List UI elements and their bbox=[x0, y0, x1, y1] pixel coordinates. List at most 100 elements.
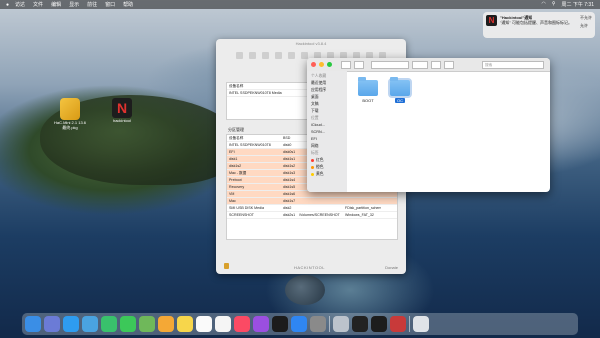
menu-edit[interactable]: 编辑 bbox=[51, 1, 61, 8]
notes-icon[interactable] bbox=[177, 316, 193, 332]
tool-icon[interactable] bbox=[262, 51, 269, 59]
forward-button[interactable] bbox=[354, 60, 364, 69]
drive-icon[interactable] bbox=[333, 316, 349, 332]
sidebar-item[interactable]: 橙色 bbox=[307, 164, 347, 171]
sidebar-item[interactable]: 桌面 bbox=[307, 94, 347, 101]
menu-go[interactable]: 前往 bbox=[87, 1, 97, 8]
desktop-icon-label: HaC.Mini 2.1 13.6 最终.pkg bbox=[53, 120, 86, 130]
sidebar-item[interactable]: SCRN... bbox=[307, 129, 347, 136]
partition-name: VM bbox=[229, 192, 235, 196]
sidebar-item[interactable]: iCloud... bbox=[307, 122, 347, 129]
podcasts-icon[interactable] bbox=[253, 316, 269, 332]
close-button[interactable] bbox=[311, 62, 316, 67]
donate-button[interactable]: Donate bbox=[385, 265, 398, 270]
back-button[interactable] bbox=[341, 60, 351, 69]
maps-icon[interactable] bbox=[139, 316, 155, 332]
sidebar-label: 最近使用 bbox=[311, 81, 327, 85]
desktop-icon-label: hackintool bbox=[112, 118, 131, 123]
menu-file[interactable]: 文件 bbox=[33, 1, 43, 8]
dock-separator bbox=[409, 316, 410, 332]
hackintool-icon: N bbox=[112, 98, 132, 118]
terminal-icon[interactable] bbox=[352, 316, 368, 332]
partition-row[interactable]: SCREENSHOT disk2s1/Volumes/SCREENSHOT Wind… bbox=[227, 212, 397, 219]
folder-icon[interactable] bbox=[358, 77, 378, 96]
folder-label[interactable]: OC bbox=[385, 98, 415, 103]
wifi-icon[interactable]: ◠ bbox=[541, 1, 545, 8]
partition-scheme: FDisk_partition_scheme bbox=[345, 206, 381, 210]
sidebar-item[interactable]: 黄色 bbox=[307, 171, 347, 178]
desktop-icon-pkg[interactable]: HaC.Mini 2.1 13.6 最终.pkg bbox=[52, 98, 88, 131]
finder-window: 搜索 个人收藏 最近使用 应用程序 桌面 文稿 下载 位置 iCloud... SCRN... E… bbox=[307, 58, 550, 192]
menu-view[interactable]: 显示 bbox=[69, 1, 79, 8]
view-switcher[interactable] bbox=[371, 60, 409, 69]
zoom-button[interactable] bbox=[327, 62, 332, 67]
partition-row[interactable]: SMI USB DISK Media disk2 FDisk_partition_s… bbox=[227, 205, 397, 212]
partition-name: SCREENSHOT bbox=[229, 213, 254, 217]
tool-icon[interactable] bbox=[288, 51, 295, 59]
sidebar-item[interactable]: 文稿 bbox=[307, 101, 347, 108]
launchpad-icon[interactable] bbox=[44, 316, 60, 332]
partition-row[interactable]: Mac disk1s7 bbox=[227, 198, 397, 205]
file-system: Windows_FAT_32 bbox=[345, 213, 374, 217]
safari-icon[interactable] bbox=[63, 316, 79, 332]
sidebar-label: SCRN... bbox=[311, 130, 325, 134]
messages-icon[interactable] bbox=[120, 316, 136, 332]
hack2-icon[interactable] bbox=[390, 316, 406, 332]
partition-bsd: disk1s5 bbox=[283, 185, 296, 189]
sidebar-item[interactable]: 应用程序 bbox=[307, 87, 347, 94]
sidebar-label: 橙色 bbox=[316, 165, 324, 169]
prefs-icon[interactable] bbox=[310, 316, 326, 332]
hackintool-icon[interactable] bbox=[371, 316, 387, 332]
tag-dot-icon bbox=[311, 173, 314, 176]
tool-icon[interactable] bbox=[301, 51, 308, 59]
calendar-icon[interactable] bbox=[196, 316, 212, 332]
lock-icon[interactable] bbox=[224, 263, 229, 269]
reminders-icon[interactable] bbox=[215, 316, 231, 332]
menu-help[interactable]: 帮助 bbox=[123, 1, 133, 8]
share-button[interactable] bbox=[431, 60, 441, 69]
minimize-button[interactable] bbox=[319, 62, 324, 67]
tag-dot-icon bbox=[311, 166, 314, 169]
sidebar-label: EFI bbox=[311, 137, 317, 141]
dock-separator bbox=[329, 316, 330, 332]
finder-icon[interactable] bbox=[25, 316, 41, 332]
search-icon[interactable]: ⚲ bbox=[552, 1, 556, 8]
preview-icon[interactable] bbox=[82, 316, 98, 332]
trash-icon[interactable] bbox=[413, 316, 429, 332]
partition-bsd: disk0s1 bbox=[283, 150, 296, 154]
sidebar-item[interactable]: 下载 bbox=[307, 108, 347, 115]
sidebar-label: 标签 bbox=[311, 151, 319, 155]
apple-icon[interactable]: ● bbox=[6, 2, 9, 8]
sidebar-item[interactable]: 最近使用 bbox=[307, 80, 347, 87]
tag-button[interactable] bbox=[444, 60, 454, 69]
appstore-icon[interactable] bbox=[291, 316, 307, 332]
mount-point: /Volumes/SCREENSHOT bbox=[299, 213, 340, 217]
tool-icon[interactable] bbox=[236, 51, 243, 59]
allow-button[interactable]: 允许 bbox=[580, 23, 592, 29]
music-icon[interactable] bbox=[234, 316, 250, 332]
menu-finder[interactable]: 访达 bbox=[15, 1, 25, 8]
sidebar-label: 个人收藏 bbox=[311, 74, 327, 78]
photos-icon[interactable] bbox=[158, 316, 174, 332]
folder-icon[interactable] bbox=[388, 77, 412, 98]
clock[interactable]: 周二 下午 7:31 bbox=[561, 1, 594, 8]
wallpaper-rock bbox=[285, 275, 325, 305]
tool-icon[interactable] bbox=[249, 51, 256, 59]
sidebar-item[interactable]: 网络 bbox=[307, 143, 347, 150]
tv-icon[interactable] bbox=[272, 316, 288, 332]
sidebar-item[interactable]: EFI bbox=[307, 136, 347, 143]
folder-label[interactable]: BOOT bbox=[353, 98, 383, 103]
facetime-icon[interactable] bbox=[101, 316, 117, 332]
sidebar-item[interactable]: 红色 bbox=[307, 157, 347, 164]
search-input[interactable]: 搜索 bbox=[482, 60, 544, 69]
menu-window[interactable]: 窗口 bbox=[105, 1, 115, 8]
notification-banner[interactable]: N "Hackintool"通知 "通知" 可能包括提醒、声音和图标标记。 不允… bbox=[483, 12, 595, 38]
partition-bsd: disk1s4 bbox=[283, 178, 296, 182]
partition-row[interactable]: VM disk1s6 bbox=[227, 191, 397, 198]
partition-bsd: disk1s6 bbox=[283, 192, 296, 196]
tool-icon[interactable] bbox=[275, 51, 282, 59]
desktop-icon-hackintool[interactable]: N hackintool bbox=[105, 98, 139, 123]
deny-button[interactable]: 不允许 bbox=[580, 15, 592, 21]
folder-label-text: OC bbox=[395, 98, 405, 103]
group-button[interactable] bbox=[412, 60, 428, 69]
